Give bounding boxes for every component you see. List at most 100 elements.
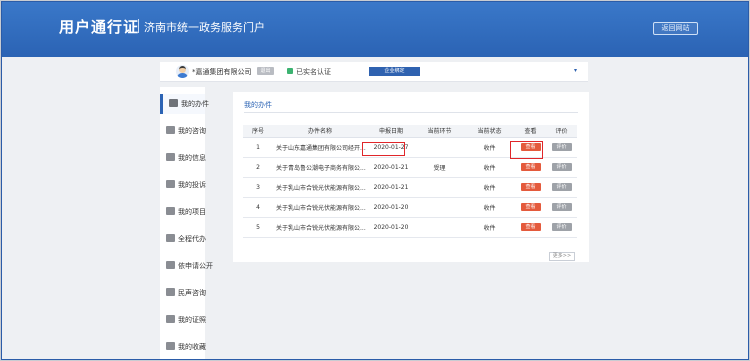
avatar — [176, 65, 189, 78]
sidebar-item-disclosure[interactable]: 依申请公开 — [160, 256, 213, 276]
evaluate-button[interactable]: 评价 — [551, 183, 572, 191]
sidebar-item-my-favorites[interactable]: 我的收藏 — [160, 337, 206, 357]
evaluate-button[interactable]: 评价 — [551, 143, 572, 151]
sidebar: 我的办件 我的咨询 我的信息 我的投诉 我的项目 全程代办 依申请公开 民声咨询… — [160, 87, 213, 359]
portal-subtitle: 济南市统一政务服务门户 — [144, 21, 265, 34]
message-icon — [166, 288, 175, 296]
cell-status: 收件 — [464, 217, 515, 238]
sidebar-item-label: 我的收藏 — [178, 343, 206, 351]
cell-no: 5 — [243, 217, 273, 238]
sidebar-item-my-projects[interactable]: 我的项目 — [160, 202, 206, 222]
col-header-name: 办件名称 — [273, 125, 367, 138]
bar-chart-icon — [169, 99, 178, 107]
cell-view: 查看 — [515, 217, 546, 238]
more-button[interactable]: 更多>> — [549, 252, 575, 261]
evaluate-button[interactable]: 评价 — [551, 203, 572, 211]
agent-icon — [166, 234, 175, 242]
view-button[interactable]: 查看 — [520, 223, 541, 231]
view-button[interactable]: 查看 — [520, 203, 541, 211]
sidebar-item-label: 我的咨询 — [178, 127, 206, 135]
sidebar-item-label: 我的证照 — [178, 316, 206, 324]
col-header-no: 序号 — [243, 125, 273, 138]
cell-case-name[interactable]: 关于青岛鲁公潮电子商务有限公... — [273, 157, 367, 178]
star-icon — [166, 153, 175, 161]
avatar-body-icon — [177, 73, 188, 78]
sidebar-item-label: 全程代办 — [178, 235, 206, 243]
cell-status: 收件 — [464, 197, 515, 218]
sidebar-item-my-certificates[interactable]: 我的证照 — [160, 310, 206, 330]
cell-status: 收件 — [464, 177, 515, 198]
col-header-stage: 当前环节 — [415, 125, 464, 138]
cell-date: 2020-01-20 — [367, 197, 415, 218]
cell-case-name[interactable]: 关于乳山市合锐光伏能源有限公... — [273, 177, 367, 198]
col-header-status: 当前状态 — [464, 125, 515, 138]
chevron-down-icon[interactable]: ▾ — [574, 67, 577, 74]
title-divider — [138, 19, 139, 33]
sidebar-item-my-complaints[interactable]: 我的投诉 — [160, 175, 206, 195]
sidebar-item-label: 我的办件 — [181, 100, 209, 108]
sidebar-item-my-consult[interactable]: 我的咨询 — [160, 121, 206, 141]
cell-date: 2020-01-21 — [367, 157, 415, 178]
avatar-head-icon — [179, 66, 186, 73]
logout-tag[interactable]: 退出 — [257, 67, 274, 75]
cell-stage — [415, 137, 464, 158]
header-bar: 用户通行证 济南市统一政务服务门户 返回网站 — [2, 2, 748, 57]
sidebar-item-label: 我的项目 — [178, 208, 206, 216]
sidebar-item-public-voice[interactable]: 民声咨询 — [160, 283, 206, 303]
cell-eval: 评价 — [546, 197, 577, 218]
cell-stage: 受理 — [415, 157, 464, 178]
cell-eval: 评价 — [546, 137, 577, 158]
col-header-view: 查看 — [515, 125, 546, 138]
col-header-eval: 评价 — [546, 125, 577, 138]
cell-no: 4 — [243, 197, 273, 218]
evaluate-button[interactable]: 评价 — [551, 163, 572, 171]
cell-view: 查看 — [515, 177, 546, 198]
main-content: 我的办件 序号 办件名称 申报日期 当前环节 当前状态 查看 评价 1 关于山东… — [233, 92, 589, 262]
cell-case-name[interactable]: 关于乳山市合锐光伏能源有限公... — [273, 217, 367, 238]
sidebar-item-label: 我的信息 — [178, 154, 206, 162]
view-button[interactable]: 查看 — [520, 183, 541, 191]
view-button[interactable]: 查看 — [520, 163, 541, 171]
table-header-row: 序号 办件名称 申报日期 当前环节 当前状态 查看 评价 — [243, 125, 577, 138]
verify-status: 已实名认证 — [296, 68, 331, 76]
table-row: 2 关于青岛鲁公潮电子商务有限公... 2020-01-21 受理 收件 查看 … — [243, 157, 577, 178]
cell-view: 查看 — [515, 157, 546, 178]
back-to-site-button[interactable]: 返回网站 — [653, 22, 698, 35]
cell-case-name[interactable]: 关于山东嘉通集团有限公司经开... — [273, 137, 367, 158]
favorite-icon — [166, 342, 175, 350]
cell-stage — [415, 177, 464, 198]
cell-status: 收件 — [464, 157, 515, 178]
company-name: *嘉通集团有限公司 — [192, 68, 252, 76]
cell-stage — [415, 197, 464, 218]
evaluate-button[interactable]: 评价 — [551, 223, 572, 231]
cell-eval: 评价 — [546, 177, 577, 198]
cell-no: 1 — [243, 137, 273, 158]
disclosure-icon — [166, 261, 175, 269]
table-row: 5 关于乳山市合锐光伏能源有限公... 2020-01-20 收件 查看 评价 — [243, 217, 577, 238]
verified-icon — [287, 68, 293, 74]
portal-title: 用户通行证 — [59, 18, 140, 36]
cell-no: 3 — [243, 177, 273, 198]
date-highlight-box — [362, 142, 405, 156]
sidebar-item-label: 我的投诉 — [178, 181, 206, 189]
cell-stage — [415, 217, 464, 238]
cell-status: 收件 — [464, 137, 515, 158]
view-highlight-box — [510, 141, 543, 159]
cell-no: 2 — [243, 157, 273, 178]
cell-case-name[interactable]: 关于乳山市合锐光伏能源有限公... — [273, 197, 367, 218]
sidebar-item-label: 依申请公开 — [178, 262, 213, 270]
col-header-date: 申报日期 — [367, 125, 415, 138]
table-row: 3 关于乳山市合锐光伏能源有限公... 2020-01-21 收件 查看 评价 — [243, 177, 577, 198]
folder-icon — [166, 207, 175, 215]
sidebar-item-label: 民声咨询 — [178, 289, 206, 297]
sidebar-item-my-cases[interactable]: 我的办件 — [160, 94, 209, 114]
tab-divider — [244, 112, 578, 113]
certificate-icon — [166, 315, 175, 323]
sidebar-item-my-info[interactable]: 我的信息 — [160, 148, 206, 168]
sidebar-item-full-agent[interactable]: 全程代办 — [160, 229, 206, 249]
enterprise-bind-button[interactable]: 企业绑定 — [369, 67, 420, 76]
cell-eval: 评价 — [546, 217, 577, 238]
chat-icon — [166, 126, 175, 134]
cell-eval: 评价 — [546, 157, 577, 178]
cell-view: 查看 — [515, 197, 546, 218]
